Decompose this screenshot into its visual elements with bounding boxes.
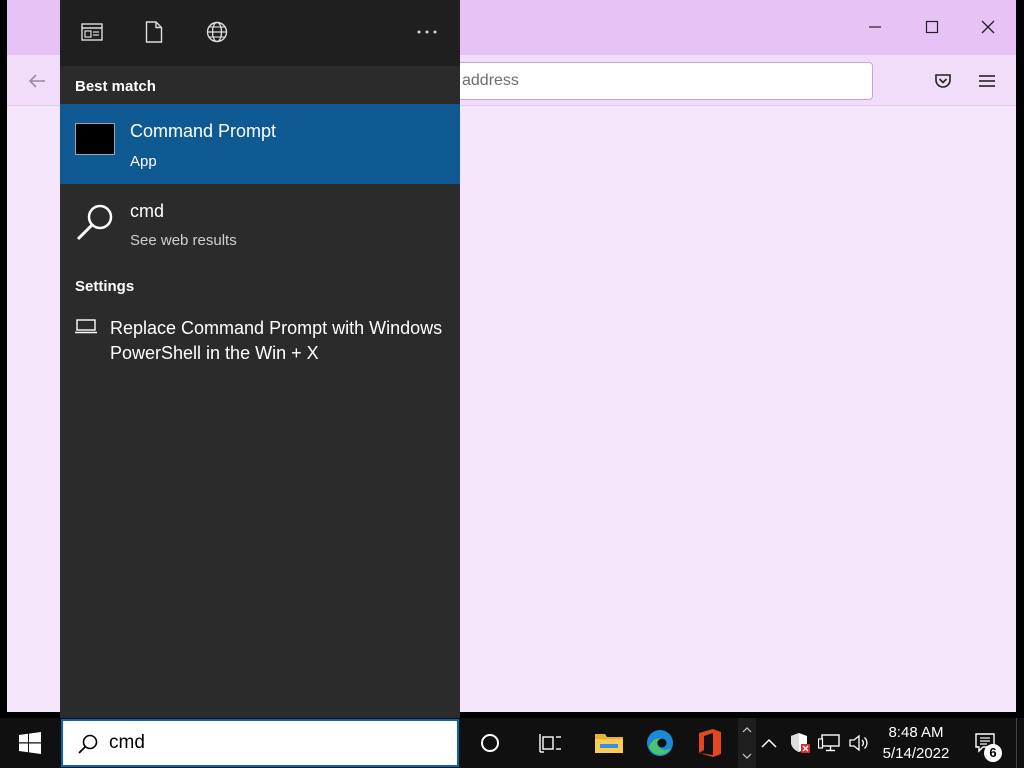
address-input[interactable] bbox=[428, 63, 872, 99]
back-button[interactable] bbox=[23, 67, 51, 95]
volume-button[interactable] bbox=[846, 718, 872, 768]
chevron-updown-icon bbox=[742, 727, 752, 759]
network-icon bbox=[818, 734, 840, 752]
notification-count-badge: 6 bbox=[984, 744, 1002, 762]
taskbar-search-input[interactable] bbox=[109, 721, 449, 765]
search-icon bbox=[78, 734, 98, 754]
search-icon bbox=[76, 204, 113, 241]
result-name: Command Prompt bbox=[130, 121, 277, 141]
settings-heading: Settings bbox=[75, 278, 135, 295]
shield-icon bbox=[791, 733, 810, 753]
close-button[interactable] bbox=[973, 12, 1003, 42]
cortana-button[interactable] bbox=[470, 718, 510, 768]
task-view-icon bbox=[539, 734, 561, 753]
pocket-icon bbox=[935, 74, 951, 88]
show-hidden-icons-button[interactable] bbox=[758, 718, 780, 768]
show-desktop-button[interactable] bbox=[1016, 718, 1024, 768]
apps-filter-icon[interactable] bbox=[80, 20, 104, 44]
clock-date: 5/14/2022 bbox=[882, 745, 950, 762]
web-filter-icon[interactable] bbox=[205, 20, 229, 44]
search-filter-bar bbox=[60, 0, 460, 66]
clock-time: 8:48 AM bbox=[888, 724, 944, 741]
back-arrow-icon bbox=[28, 74, 45, 88]
action-center-button[interactable] bbox=[966, 718, 1006, 768]
chevron-up-icon bbox=[761, 738, 777, 748]
setting-text: Replace Command Prompt with Windows Powe… bbox=[110, 318, 443, 363]
best-match-heading: Best match bbox=[75, 78, 156, 95]
more-options-icon[interactable] bbox=[415, 20, 439, 44]
folder-icon bbox=[595, 734, 623, 753]
laptop-icon bbox=[75, 319, 97, 334]
command-prompt-icon bbox=[75, 123, 115, 155]
office-button[interactable] bbox=[688, 718, 732, 768]
taskbar-search-box[interactable] bbox=[61, 719, 459, 767]
best-match-result[interactable]: Command Prompt App bbox=[60, 104, 460, 184]
web-result-name: cmd bbox=[130, 201, 165, 221]
pocket-button[interactable] bbox=[929, 67, 957, 95]
taskbar-scroll-button[interactable] bbox=[738, 718, 756, 768]
speaker-icon bbox=[849, 734, 868, 752]
start-button[interactable] bbox=[0, 718, 60, 768]
clock[interactable]: 8:48 AM 5/14/2022 bbox=[878, 722, 954, 764]
address-bar[interactable] bbox=[427, 62, 873, 100]
minimize-button[interactable] bbox=[860, 12, 890, 42]
web-result-sub: See web results bbox=[130, 232, 237, 249]
edge-icon bbox=[647, 730, 673, 756]
cortana-icon bbox=[481, 734, 499, 752]
windows-logo-icon bbox=[19, 732, 41, 754]
file-explorer-button[interactable] bbox=[588, 718, 630, 768]
edge-browser-button[interactable] bbox=[638, 718, 682, 768]
office-icon bbox=[699, 729, 721, 757]
hamburger-icon bbox=[979, 75, 995, 87]
security-button[interactable] bbox=[788, 718, 812, 768]
start-search-panel: Best match Command Prompt App cmd See we… bbox=[60, 0, 460, 718]
documents-filter-icon[interactable] bbox=[142, 20, 166, 44]
web-search-result[interactable]: cmd See web results bbox=[60, 184, 460, 264]
taskbar: 8:48 AM 5/14/2022 6 bbox=[0, 718, 1024, 768]
network-button[interactable] bbox=[816, 718, 842, 768]
task-view-button[interactable] bbox=[530, 718, 570, 768]
setting-result[interactable]: Replace Command Prompt with Windows Powe… bbox=[60, 310, 460, 370]
app-menu-button[interactable] bbox=[973, 67, 1001, 95]
result-type: App bbox=[130, 153, 157, 170]
maximize-button[interactable] bbox=[917, 12, 947, 42]
